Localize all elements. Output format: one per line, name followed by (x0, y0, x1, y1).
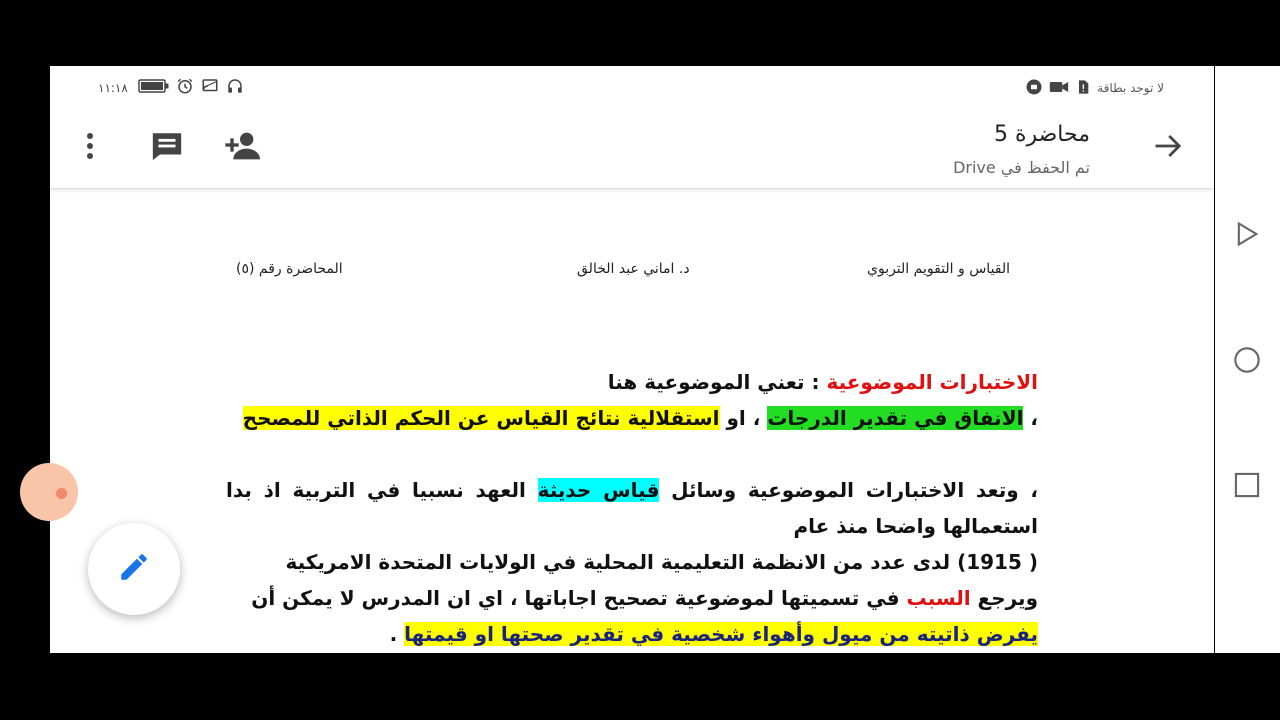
p5-start: ويرجع (970, 586, 1038, 610)
carrier-text: لا توجد بطاقة (1097, 81, 1164, 95)
triangle-back-icon (1233, 221, 1261, 252)
person-add-icon (224, 130, 264, 166)
more-options-button[interactable] (70, 130, 110, 166)
lecture-number: المحاضرة رقم (٥) (236, 261, 343, 277)
p2-mid: ، او (719, 406, 768, 430)
status-bar-left: ١١:١٨ (98, 76, 244, 100)
p5-end: في تسميتها لموضوعية تصحيح اجاباتها ، اي … (251, 586, 907, 610)
paragraph-3: ، وتعد الاختبارات الموضوعية وسائل قياس ح… (226, 472, 1038, 544)
term-objective-tests: الاختبارات الموضوعية (826, 370, 1038, 394)
paragraph-2: ، الانفاق في تقدير الدرجات ، او استقلالي… (226, 400, 1038, 436)
cyan-highlight-text: قياس حديثة (537, 478, 660, 502)
arrow-forward-icon (1153, 131, 1183, 165)
p6-end: . (389, 622, 405, 646)
yellow-highlight-text: استقلالية نتائج القياس عن الحكم الذاتي ل… (242, 406, 720, 430)
paragraph-4: ( 1915) لدى عدد من الانظمة التعليمية الم… (285, 550, 1038, 574)
comments-button[interactable] (147, 130, 187, 166)
pencil-icon (117, 550, 151, 588)
nav-recents-button[interactable] (1233, 471, 1261, 499)
share-button[interactable] (224, 130, 264, 166)
alarm-icon (176, 77, 194, 99)
nav-back-button[interactable] (1233, 220, 1261, 248)
green-highlight-text: الانفاق في تقدير الدرجات (767, 406, 1024, 430)
sim-alert-icon (1075, 78, 1091, 99)
more-vert-icon (85, 131, 95, 165)
blue-yellow-highlight-text: يفرض ذاتيته من ميول وأهواء شخصية في تقدي… (404, 622, 1038, 646)
p3-start: ، وتعد الاختبارات الموضوعية وسائل (659, 478, 1038, 502)
paragraph-1: الاختبارات الموضوعية : تعني الموضوعية هن… (226, 364, 1038, 400)
floating-bubble[interactable] (20, 463, 78, 521)
phone-screen: ١١:١٨ لا توجد بطاقة محاضرة 5 تم الحفظ في… (50, 66, 1214, 653)
status-bar-right: لا توجد بطاقة (1025, 76, 1164, 100)
definition-intro: : تعني الموضوعية هنا (607, 370, 827, 394)
app-bar: محاضرة 5 تم الحفظ في Drive (50, 108, 1214, 189)
course-name-label: القياس و التقويم التربوي (867, 261, 1011, 277)
record-icon (1025, 78, 1043, 99)
battery-icon (138, 78, 170, 98)
reason-word: السبب (906, 586, 971, 610)
paragraph-5: ويرجع السبب في تسميتها لموضوعية تصحيح اج… (226, 580, 1038, 616)
save-status: تم الحفظ في Drive (953, 158, 1090, 177)
wifi-off-icon (200, 77, 220, 99)
video-icon (1049, 79, 1069, 98)
headset-icon (226, 77, 244, 99)
navigation-bar (1215, 66, 1280, 653)
edit-fab-button[interactable] (88, 523, 180, 615)
floating-bubble-dot (56, 488, 67, 499)
circle-home-icon (1233, 347, 1261, 378)
nav-home-button[interactable] (1233, 346, 1261, 374)
paragraph-6: يفرض ذاتيته من ميول وأهواء شخصية في تقدي… (226, 616, 1038, 652)
comment-icon (149, 129, 185, 167)
p2-comma: ، (1023, 406, 1038, 430)
square-recents-icon (1233, 472, 1261, 503)
back-button[interactable] (1148, 130, 1188, 166)
author-name: د. اماني عبد الخالق (577, 261, 690, 277)
document-title: محاضرة 5 (993, 122, 1090, 147)
status-time: ١١:١٨ (98, 81, 128, 95)
